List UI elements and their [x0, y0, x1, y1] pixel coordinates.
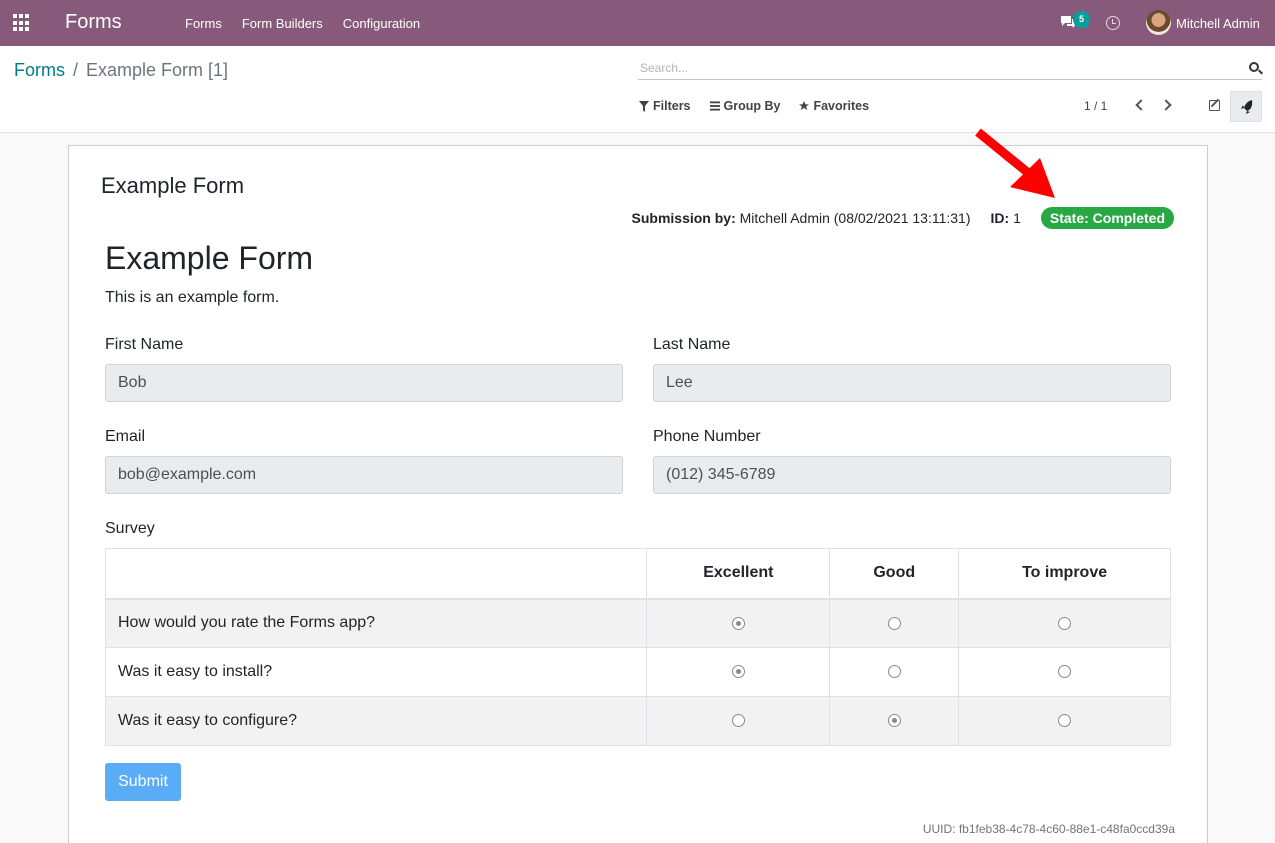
survey-question: Was it easy to install? — [104, 647, 648, 697]
filters-button[interactable]: Filters — [639, 99, 691, 113]
survey-header-excellent: Excellent — [646, 548, 831, 600]
control-panel: Forms / Example Form [1] Filters Group B… — [0, 46, 1275, 133]
survey-row: How would you rate the Forms app? — [104, 598, 1171, 648]
user-avatar[interactable] — [1146, 10, 1171, 35]
menu-item-forms[interactable]: Forms — [185, 16, 222, 31]
apps-grid-icon[interactable] — [13, 14, 31, 32]
first-name-label: First Name — [105, 336, 184, 353]
radio-to-improve[interactable] — [1058, 714, 1072, 728]
submission-meta: Submission by: Mitchell Admin (08/02/202… — [631, 207, 1174, 229]
form-sheet: Example Form Submission by: Mitchell Adm… — [68, 145, 1208, 843]
last-name-label: Last Name — [653, 336, 731, 353]
survey-header-good: Good — [829, 548, 960, 600]
submit-button[interactable]: Submit — [105, 763, 181, 801]
filter-icon — [639, 100, 649, 112]
email-label: Email — [105, 428, 146, 445]
breadcrumb-separator: / — [73, 60, 79, 80]
radio-good[interactable] — [887, 665, 901, 679]
survey-table: Excellent Good To improve How would you … — [104, 548, 1171, 746]
state-badge: State: Completed — [1040, 207, 1174, 229]
uuid-text: UUID: fb1feb38-4c78-4c60-88e1-c48fa0ccd3… — [922, 822, 1175, 836]
edit-icon[interactable] — [1209, 100, 1220, 111]
pager-next-icon[interactable] — [1160, 99, 1172, 111]
survey-row: Was it easy to configure? — [104, 696, 1171, 746]
search-options: Filters Group By Favorites — [639, 99, 888, 113]
survey-label: Survey — [105, 520, 155, 537]
submission-by-value: Mitchell Admin (08/02/2021 13:11:31) — [739, 210, 971, 226]
phone-label: Phone Number — [653, 428, 761, 445]
pager-previous-icon[interactable] — [1135, 99, 1147, 111]
list-icon — [709, 101, 720, 111]
survey-header-row: Excellent Good To improve — [104, 548, 1171, 600]
group-by-button[interactable]: Group By — [709, 99, 781, 113]
red-arrow-annotation — [975, 128, 1055, 198]
survey-row: Was it easy to install? — [104, 647, 1171, 697]
phone-field[interactable] — [653, 456, 1171, 494]
first-name-field[interactable] — [105, 364, 623, 402]
breadcrumb: Forms / Example Form [1] — [14, 60, 228, 81]
breadcrumb-forms-link[interactable]: Forms — [14, 60, 65, 81]
rocket-button[interactable] — [1230, 91, 1262, 122]
user-name[interactable]: Mitchell Admin — [1176, 16, 1260, 31]
survey-header-to-improve: To improve — [958, 548, 1171, 600]
activity-clock-icon[interactable] — [1106, 16, 1120, 30]
last-name-field[interactable] — [653, 364, 1171, 402]
filters-label: Filters — [653, 99, 691, 113]
radio-excellent[interactable] — [731, 665, 745, 679]
group-by-label: Group By — [723, 99, 781, 113]
favorites-button[interactable]: Favorites — [799, 99, 869, 113]
favorites-label: Favorites — [813, 99, 870, 113]
radio-excellent[interactable] — [731, 616, 745, 630]
radio-to-improve[interactable] — [1058, 616, 1072, 630]
breadcrumb-current: Example Form [1] — [86, 60, 229, 80]
search-icon[interactable] — [1249, 62, 1259, 72]
form-heading: Example Form — [105, 240, 314, 276]
radio-good[interactable] — [887, 616, 901, 630]
messages-count-badge: 5 — [1073, 11, 1090, 28]
radio-good[interactable] — [887, 714, 901, 728]
top-navbar: Forms Forms Form Builders Configuration … — [0, 0, 1275, 46]
record-title: Example Form — [101, 173, 245, 198]
survey-question: How would you rate the Forms app? — [104, 598, 648, 648]
survey-question: Was it easy to configure? — [104, 696, 648, 746]
email-field[interactable] — [105, 456, 623, 494]
id-value: 1 — [1013, 210, 1021, 226]
survey-header-question — [104, 548, 648, 600]
main-menu: Forms Form Builders Configuration — [185, 16, 440, 31]
search-input[interactable] — [638, 56, 1262, 80]
submission-by-label: Submission by: — [631, 210, 736, 226]
menu-item-configuration[interactable]: Configuration — [343, 16, 420, 31]
star-icon — [799, 101, 810, 111]
form-description: This is an example form. — [105, 289, 280, 306]
radio-excellent[interactable] — [731, 714, 745, 728]
id-label: ID: — [990, 210, 1010, 226]
menu-item-form-builders[interactable]: Form Builders — [242, 16, 323, 31]
pager-value[interactable]: 1 / 1 — [1084, 99, 1107, 113]
app-title[interactable]: Forms — [65, 11, 122, 34]
rocket-icon — [1241, 100, 1253, 114]
radio-to-improve[interactable] — [1058, 665, 1072, 679]
